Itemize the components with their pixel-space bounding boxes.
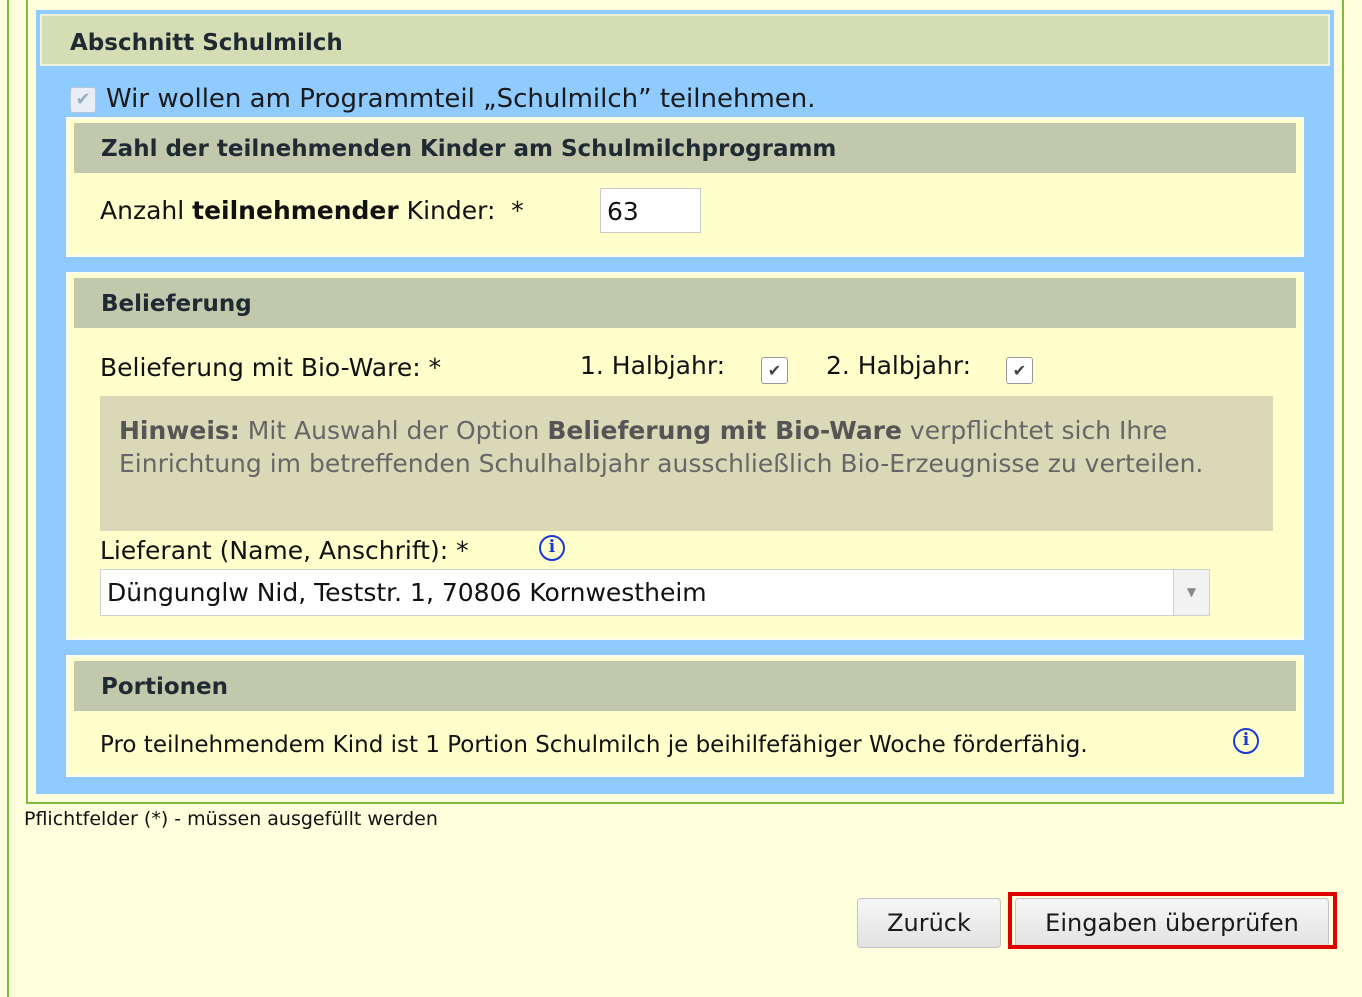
bio-label: Belieferung mit Bio-Ware: * (100, 353, 442, 382)
back-button[interactable]: Zurück (857, 898, 1001, 948)
delivery-panel-title: Belieferung (74, 278, 1296, 328)
portions-panel-title: Portionen (74, 661, 1296, 711)
half1-label: 1. Halbjahr: (580, 351, 726, 380)
required-fields-note: Pflichtfelder (*) - müssen ausgefüllt we… (24, 808, 438, 830)
supplier-value: Düngunglw Nid, Teststr. 1, 70806 Kornwes… (107, 578, 707, 607)
info-icon[interactable]: i (1233, 728, 1259, 754)
children-panel: Zahl der teilnehmenden Kinder am Schulmi… (66, 117, 1304, 257)
chevron-down-icon[interactable]: ▼ (1173, 570, 1209, 615)
checkmark-icon: ✔ (75, 89, 91, 110)
supplier-label: Lieferant (Name, Anschrift): * (100, 536, 469, 565)
supplier-select[interactable]: Düngunglw Nid, Teststr. 1, 70806 Kornwes… (100, 569, 1210, 616)
children-count-input[interactable]: 63 (600, 188, 701, 233)
hint-box: Hinweis: Mit Auswahl der Option Beliefer… (100, 396, 1273, 531)
hint-title: Hinweis: (119, 416, 240, 445)
info-icon[interactable]: i (539, 535, 565, 561)
section-title: Abschnitt Schulmilch (40, 14, 1330, 66)
portions-text: Pro teilnehmendem Kind ist 1 Portion Sch… (100, 732, 1088, 758)
checkmark-icon: ✔ (1012, 361, 1027, 380)
participate-label: Wir wollen am Programmteil „Schulmilch” … (106, 84, 816, 114)
children-count-label: Anzahl teilnehmender Kinder: * (100, 196, 524, 225)
half2-label: 2. Halbjahr: (826, 351, 972, 380)
portions-panel: Portionen Pro teilnehmendem Kind ist 1 P… (66, 655, 1304, 777)
highlight-box (1008, 892, 1337, 949)
delivery-panel: Belieferung Belieferung mit Bio-Ware: * … (66, 272, 1304, 640)
participate-checkbox[interactable]: ✔ (70, 87, 96, 113)
checkmark-icon: ✔ (767, 361, 782, 380)
half1-checkbox[interactable]: ✔ (761, 357, 788, 384)
half2-checkbox[interactable]: ✔ (1006, 357, 1033, 384)
children-panel-title: Zahl der teilnehmenden Kinder am Schulmi… (74, 123, 1296, 173)
